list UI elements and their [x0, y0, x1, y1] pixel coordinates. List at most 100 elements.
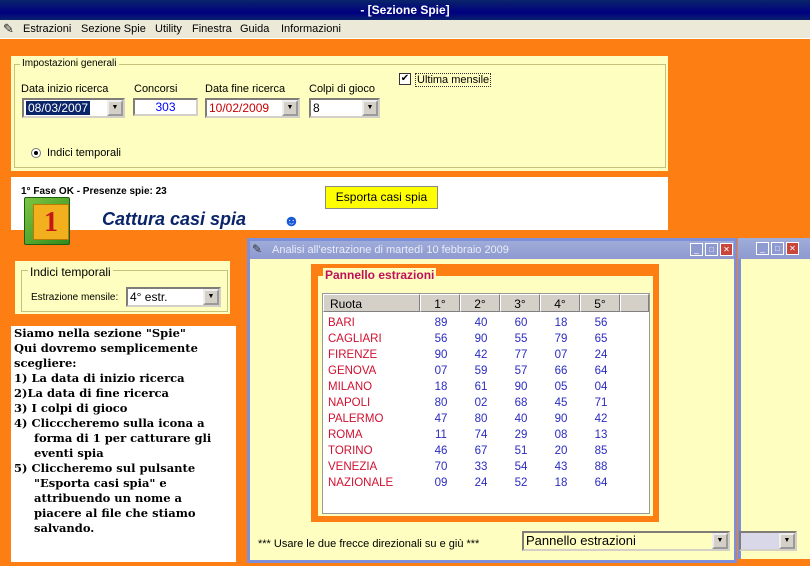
number-cell: 13: [594, 429, 608, 441]
indici-temporali-radio-label: Indici temporali: [47, 147, 121, 159]
chevron-down-icon[interactable]: ▼: [362, 100, 378, 116]
number-cell: 18: [554, 317, 568, 329]
colpi-label: Colpi di gioco: [309, 83, 376, 95]
number-cell: 07: [434, 365, 448, 377]
ruota-cell: BARI: [328, 317, 355, 329]
number-cell: 33: [474, 461, 488, 473]
export-casi-spia-button[interactable]: Esporta casi spia: [325, 186, 438, 209]
app-icon[interactable]: ✎: [252, 241, 268, 257]
general-settings-legend: Impostazioni generali: [20, 58, 119, 69]
menu-estrazioni[interactable]: Estrazioni: [20, 20, 74, 39]
menu-bar: Estrazioni Sezione Spie Utility Finestra…: [0, 20, 810, 39]
number-cell: 67: [474, 445, 488, 457]
close-icon[interactable]: ✕: [720, 243, 733, 256]
window-title-bar[interactable]: - [Sezione Spie]: [0, 0, 810, 21]
menu-guida[interactable]: Guida: [237, 20, 272, 39]
column-header-5[interactable]: 5°: [580, 294, 620, 312]
number-cell: 11: [435, 429, 447, 441]
data-inizio-value: 08/03/2007: [26, 101, 91, 115]
number-cell: 90: [554, 413, 568, 425]
estrazione-mensile-select[interactable]: 4° estr. ▼: [126, 287, 221, 307]
number-cell: 24: [474, 477, 488, 489]
figure-icon[interactable]: ☻: [283, 212, 303, 232]
chevron-down-icon[interactable]: ▼: [203, 289, 219, 305]
number-cell: 40: [514, 413, 528, 425]
column-header-2[interactable]: 2°: [460, 294, 500, 312]
number-cell: 52: [514, 477, 528, 489]
info-line: Qui dovremo semplicemente: [14, 341, 198, 355]
info-line: 3) I colpi di gioco: [14, 401, 128, 415]
ultima-mensile-checkbox[interactable]: ✔: [399, 73, 411, 85]
number-cell: 77: [514, 349, 528, 361]
minimize-icon[interactable]: _: [690, 243, 703, 256]
number-cell: 47: [434, 413, 448, 425]
number-cell: 64: [594, 477, 608, 489]
menu-utility[interactable]: Utility: [152, 20, 185, 39]
number-cell: 45: [554, 397, 568, 409]
menu-informazioni[interactable]: Informazioni: [278, 20, 344, 39]
number-cell: 57: [514, 365, 528, 377]
background-select[interactable]: ▼: [739, 531, 797, 551]
column-header-3[interactable]: 3°: [500, 294, 540, 312]
concorsi-field[interactable]: 303: [133, 98, 198, 116]
analysis-window-title[interactable]: Analisi all'estrazione di martedì 10 feb…: [250, 241, 734, 259]
number-cell: 59: [474, 365, 488, 377]
data-fine-value: 10/02/2009: [209, 101, 270, 115]
info-line: salvando.: [34, 521, 95, 535]
number-cell: 02: [474, 397, 488, 409]
menu-sezione-spie[interactable]: Sezione Spie: [78, 20, 149, 39]
number-cell: 18: [434, 381, 448, 393]
column-header-1[interactable]: 1°: [420, 294, 460, 312]
maximize-icon[interactable]: □: [705, 243, 718, 256]
number-cell: 80: [434, 397, 448, 409]
minimize-icon[interactable]: _: [756, 242, 769, 255]
chevron-down-icon[interactable]: ▼: [107, 100, 123, 116]
info-text: Siamo nella sezione "Spie" Qui dovremo s…: [14, 326, 236, 536]
number-cell: 89: [434, 317, 448, 329]
number-cell: 90: [514, 381, 528, 393]
number-cell: 05: [554, 381, 568, 393]
estrazione-mensile-value: 4° estr.: [130, 290, 168, 304]
ruota-cell: NAZIONALE: [328, 477, 394, 489]
info-line: 1) La data di inizio ricerca: [14, 371, 185, 385]
number-cell: 56: [594, 317, 608, 329]
info-line: eventi spia: [34, 446, 104, 460]
ruota-cell: MILANO: [328, 381, 373, 393]
ruota-cell: ROMA: [328, 429, 363, 441]
ruota-cell: TORINO: [328, 445, 373, 457]
info-line: scegliere:: [14, 356, 77, 370]
ruota-cell: VENEZIA: [328, 461, 378, 473]
info-line: attribuendo un nome a: [34, 491, 182, 505]
menu-finestra[interactable]: Finestra: [189, 20, 235, 39]
column-header-ruota[interactable]: Ruota: [323, 294, 420, 312]
number-cell: 90: [434, 349, 448, 361]
footer-hint: *** Usare le due frecce direzionali su e…: [258, 538, 480, 550]
capture-one-icon[interactable]: 1: [24, 197, 70, 245]
pannello-select[interactable]: Pannello estrazioni ▼: [522, 531, 730, 551]
chevron-down-icon[interactable]: ▼: [712, 533, 728, 549]
number-cell: 18: [554, 477, 568, 489]
data-fine-select[interactable]: 10/02/2009 ▼: [205, 98, 300, 118]
left-margin: [0, 39, 10, 566]
ruota-cell: PALERMO: [328, 413, 384, 425]
app-icon[interactable]: ✎: [3, 20, 18, 37]
maximize-icon[interactable]: □: [771, 242, 784, 255]
chevron-down-icon[interactable]: ▼: [779, 533, 795, 549]
number-cell: 46: [434, 445, 448, 457]
ruota-cell: GENOVA: [328, 365, 377, 377]
number-cell: 79: [554, 333, 568, 345]
number-cell: 56: [434, 333, 448, 345]
number-cell: 90: [474, 333, 488, 345]
data-inizio-select[interactable]: 08/03/2007 ▼: [22, 98, 125, 118]
number-cell: 07: [554, 349, 568, 361]
indici-temporali-radio[interactable]: [31, 148, 41, 158]
pannello-select-value: Pannello estrazioni: [526, 533, 636, 548]
close-icon[interactable]: ✕: [786, 242, 799, 255]
concorsi-label: Concorsi: [134, 83, 178, 95]
number-cell: 29: [514, 429, 528, 441]
number-cell: 80: [474, 413, 488, 425]
column-header-4[interactable]: 4°: [540, 294, 580, 312]
colpi-select[interactable]: 8 ▼: [309, 98, 380, 118]
chevron-down-icon[interactable]: ▼: [282, 100, 298, 116]
number-cell: 61: [474, 381, 488, 393]
